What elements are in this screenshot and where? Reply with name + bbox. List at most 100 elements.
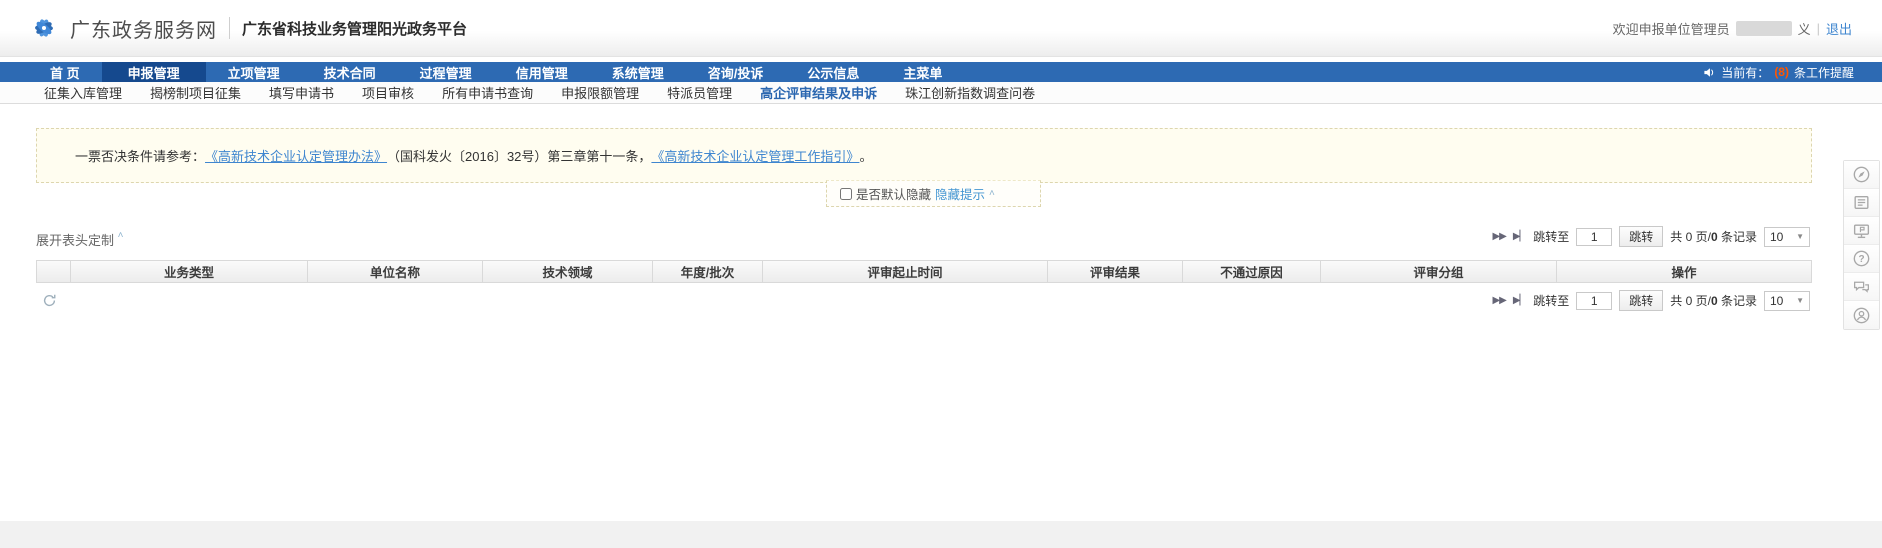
notice-link-management-measures[interactable]: 《高新技术企业认定管理办法》	[205, 146, 387, 165]
subnav-item-quota-mgmt[interactable]: 申报限额管理	[547, 83, 653, 102]
page-number-input[interactable]	[1576, 292, 1612, 310]
hide-notice-box: 是否默认隐藏 隐藏提示 ˄	[826, 180, 1041, 207]
nav-item-public-info[interactable]: 公示信息	[785, 62, 881, 82]
subnav-item-collection-mgmt[interactable]: 征集入库管理	[30, 83, 136, 102]
veto-notice-box: 一票否决条件请参考：《高新技术企业认定管理办法》（国科发火〔2016〕32号）第…	[36, 128, 1812, 183]
nav-item-credit-mgmt[interactable]: 信用管理	[494, 62, 590, 82]
jump-to-label: 跳转至	[1533, 292, 1569, 309]
main-nav: 首 页 申报管理 立项管理 技术合同 过程管理 信用管理 系统管理 咨询/投诉 …	[0, 62, 1882, 82]
compass-icon	[1852, 165, 1871, 184]
subnav-item-fill-application[interactable]: 填写申请书	[255, 83, 348, 102]
fast-forward-icon[interactable]: ▶▶	[1492, 295, 1505, 306]
footer-strip	[0, 521, 1882, 548]
default-hide-label: 是否默认隐藏	[856, 184, 931, 203]
expand-header-toggle[interactable]: 展开表头定制 ˄	[36, 230, 123, 249]
profile-icon	[1852, 306, 1871, 325]
pages-text: 共 0 页/	[1670, 230, 1711, 244]
last-page-icon[interactable]: ▶▏	[1513, 295, 1526, 306]
help-icon: ?	[1852, 249, 1871, 268]
jump-button[interactable]: 跳转	[1619, 226, 1663, 247]
page-number-input[interactable]	[1576, 228, 1612, 246]
hide-tip-link[interactable]: 隐藏提示	[935, 184, 985, 203]
work-reminder[interactable]: 当前有：(8)条工作提醒	[1703, 64, 1854, 81]
reminder-suffix: 条工作提醒	[1794, 64, 1854, 81]
jump-button[interactable]: 跳转	[1619, 290, 1663, 311]
pages-text: 共 0 页/	[1670, 294, 1711, 308]
refresh-icon[interactable]	[42, 293, 57, 308]
last-page-icon[interactable]: ▶▏	[1513, 231, 1526, 242]
main-content: 一票否决条件请参考：《高新技术企业认定管理办法》（国科发火〔2016〕32号）第…	[36, 104, 1812, 520]
brand-name: 广东政务服务网	[70, 14, 217, 43]
user-area: 欢迎申报单位管理员 义 | 退出	[1613, 19, 1852, 38]
col-review-group: 评审分组	[1321, 261, 1557, 282]
platform-title: 广东省科技业务管理阳光政务平台	[242, 18, 467, 39]
col-year-batch: 年度/批次	[653, 261, 763, 282]
page-size-value: 10	[1770, 230, 1783, 244]
notice-link-work-guide[interactable]: 《高新技术企业认定管理工作指引》	[651, 146, 859, 165]
subnav-item-all-applications[interactable]: 所有申请书查询	[428, 83, 547, 102]
pagination-top: ▶▶ ▶▏ 跳转至 跳转 共 0 页/0 条记录 10 ▼	[1492, 226, 1810, 247]
results-table-header: 业务类型 单位名称 技术领域 年度/批次 评审起止时间 评审结果 不通过原因 评…	[36, 260, 1812, 283]
record-count: 0	[1711, 294, 1718, 308]
caret-down-icon: ▼	[1796, 296, 1804, 305]
nav-item-home[interactable]: 首 页	[28, 62, 102, 82]
sub-nav: 征集入库管理 揭榜制项目征集 填写申请书 项目审核 所有申请书查询 申报限额管理…	[0, 82, 1882, 104]
chat-tool[interactable]	[1844, 273, 1879, 301]
notice-middle: （国科发火〔2016〕32号）第三章第十一条，	[387, 146, 651, 165]
col-tech-field: 技术领域	[483, 261, 653, 282]
chat-icon	[1852, 277, 1871, 296]
nav-item-project-mgmt[interactable]: 立项管理	[206, 62, 302, 82]
help-tool[interactable]: ?	[1844, 245, 1879, 273]
col-fail-reason: 不通过原因	[1183, 261, 1321, 282]
page-size-select[interactable]: 10 ▼	[1764, 227, 1810, 247]
subnav-item-project-review[interactable]: 项目审核	[348, 83, 428, 102]
col-unit-name: 单位名称	[308, 261, 483, 282]
nav-item-process-mgmt[interactable]: 过程管理	[398, 62, 494, 82]
reminder-prefix: 当前有：	[1721, 64, 1769, 81]
monitor-flag-icon	[1852, 221, 1871, 240]
collapse-caret-icon[interactable]: ˄	[989, 188, 995, 199]
notice-prefix: 一票否决条件请参考：	[75, 146, 205, 165]
fast-forward-icon[interactable]: ▶▶	[1492, 231, 1505, 242]
records-suffix: 条记录	[1721, 294, 1757, 308]
jump-to-label: 跳转至	[1533, 228, 1569, 245]
subnav-item-unveiling-projects[interactable]: 揭榜制项目征集	[136, 83, 255, 102]
expand-header-label: 展开表头定制	[36, 233, 114, 248]
nav-item-consult-complaint[interactable]: 咨询/投诉	[686, 62, 786, 82]
welcome-text: 欢迎申报单位管理员	[1613, 19, 1730, 38]
news-tool[interactable]	[1844, 189, 1879, 217]
subnav-item-commissioner-mgmt[interactable]: 特派员管理	[653, 83, 746, 102]
username-suffix: 义	[1798, 19, 1811, 38]
page-size-select[interactable]: 10 ▼	[1764, 291, 1810, 311]
record-count: 0	[1711, 230, 1718, 244]
pages-total-text: 共 0 页/0 条记录	[1670, 292, 1757, 309]
expand-caret-icon: ˄	[118, 230, 124, 241]
col-review-period: 评审起止时间	[763, 261, 1048, 282]
col-select	[37, 261, 71, 282]
subnav-item-hte-review-appeal[interactable]: 高企评审结果及申诉	[746, 83, 891, 102]
nav-item-main-menu[interactable]: 主菜单	[881, 62, 964, 82]
top-header: 广东政务服务网 广东省科技业务管理阳光政务平台 欢迎申报单位管理员 义 | 退出	[0, 0, 1882, 57]
nav-item-system-mgmt[interactable]: 系统管理	[590, 62, 686, 82]
compass-tool[interactable]	[1844, 161, 1879, 189]
default-hide-checkbox[interactable]	[840, 188, 852, 200]
redacted-username	[1736, 21, 1792, 36]
logout-link[interactable]: 退出	[1826, 19, 1852, 38]
news-icon	[1852, 193, 1871, 212]
table-footer-row: ▶▶ ▶▏ 跳转至 跳转 共 0 页/0 条记录 10 ▼	[36, 290, 1812, 316]
profile-tool[interactable]	[1844, 301, 1879, 329]
col-review-result: 评审结果	[1048, 261, 1183, 282]
brand-divider	[229, 17, 230, 39]
nav-item-tech-contract[interactable]: 技术合同	[302, 62, 398, 82]
side-toolbar: ?	[1843, 160, 1880, 330]
col-business-type: 业务类型	[71, 261, 308, 282]
svg-text:?: ?	[1858, 254, 1864, 265]
col-actions: 操作	[1557, 261, 1811, 282]
monitor-flag-tool[interactable]	[1844, 217, 1879, 245]
subnav-item-pearl-river-survey[interactable]: 珠江创新指数调查问卷	[891, 83, 1049, 102]
pages-total-text: 共 0 页/0 条记录	[1670, 228, 1757, 245]
brand-area: 广东政务服务网 广东省科技业务管理阳光政务平台	[30, 14, 467, 43]
nav-item-declare-mgmt[interactable]: 申报管理	[102, 62, 206, 82]
user-separator: |	[1817, 21, 1820, 36]
page-size-value: 10	[1770, 294, 1783, 308]
